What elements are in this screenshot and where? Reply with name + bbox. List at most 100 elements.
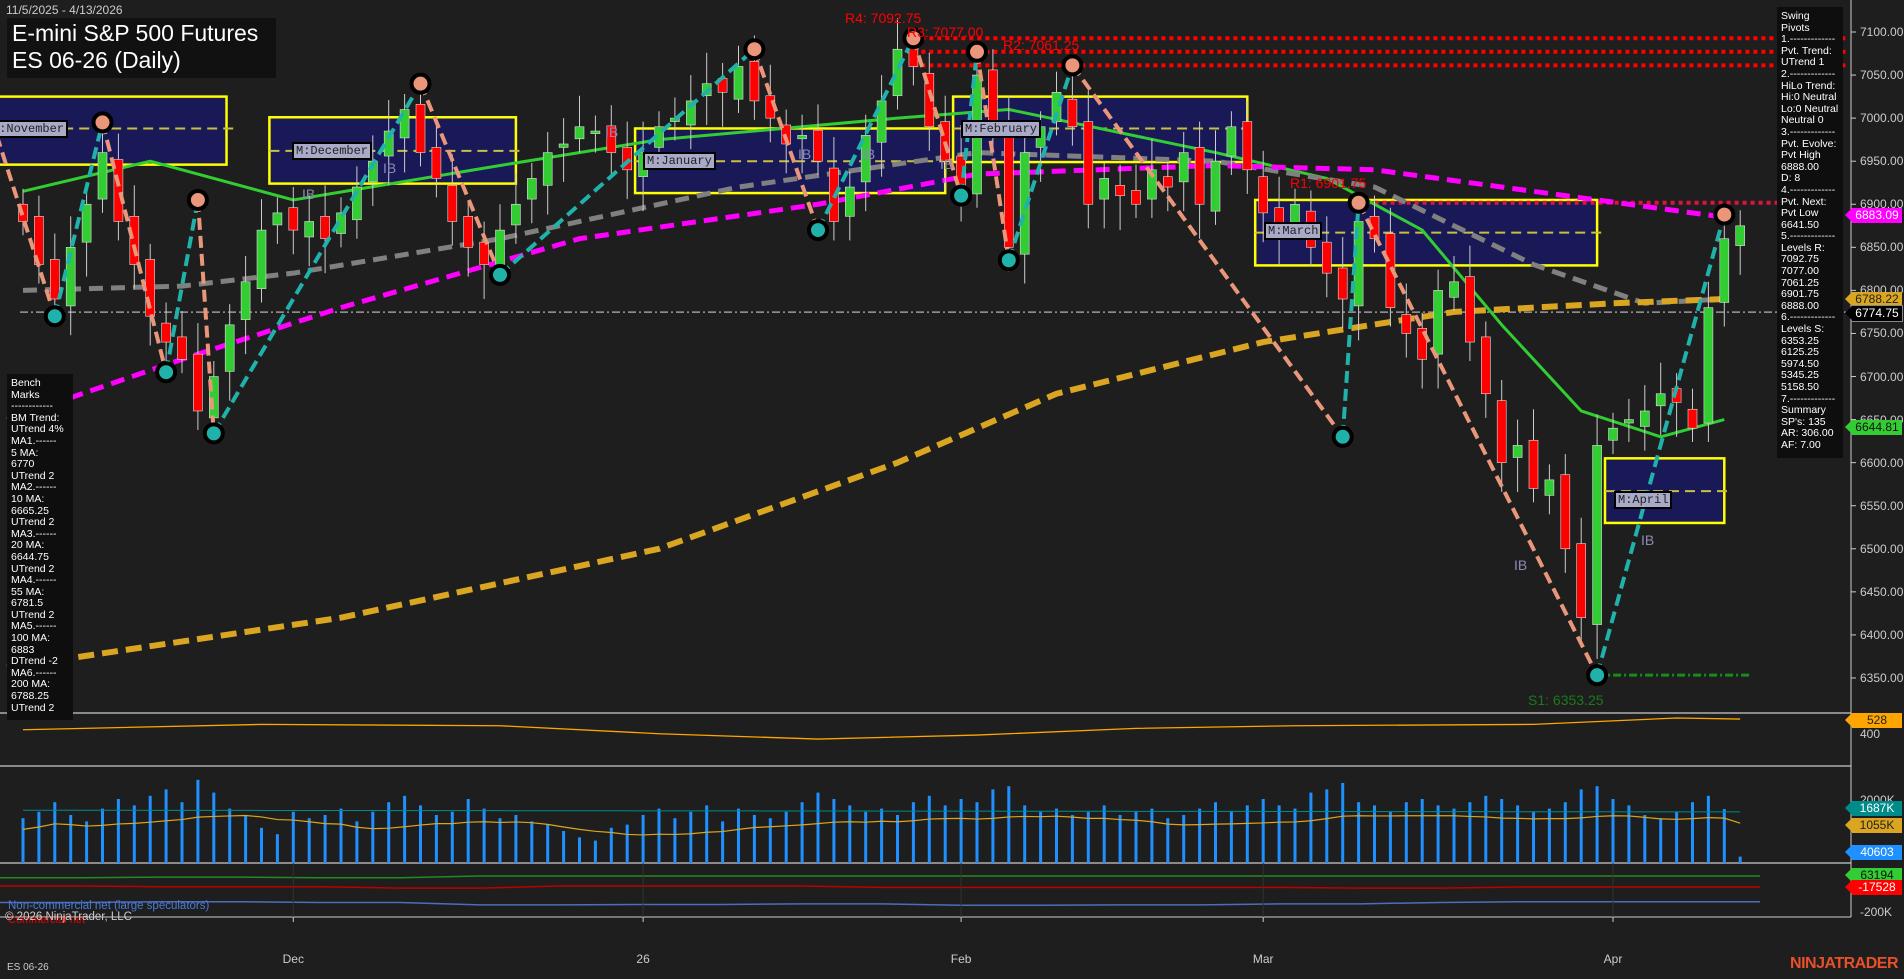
candle-body — [304, 221, 315, 238]
candle — [1401, 283, 1412, 358]
candle-body — [415, 104, 426, 153]
volume-bar — [132, 805, 136, 863]
volume-bar — [196, 779, 200, 863]
benchmark-line: 6770 — [11, 458, 35, 471]
x-tick-label: Feb — [950, 952, 972, 966]
volume-bar — [1547, 808, 1551, 863]
volume-bar — [1532, 811, 1535, 863]
volume-bar — [1691, 802, 1694, 863]
candle-body — [1496, 400, 1507, 463]
price-chart[interactable] — [0, 0, 1904, 979]
candle-body — [733, 66, 744, 100]
month-label-april: M:April — [1614, 491, 1673, 509]
cot-green-line — [0, 875, 1760, 879]
last-price-tag: 6774.75 — [1845, 305, 1903, 322]
volume-bar — [148, 795, 152, 863]
volume-bar — [403, 795, 407, 863]
swing-high-marker — [1347, 191, 1370, 214]
y-tick-label: 6550.00 — [1860, 498, 1904, 513]
month-label-november: M:November — [0, 120, 69, 138]
volume-bar — [737, 808, 740, 863]
volume-bar — [1039, 811, 1043, 863]
volume-bar — [1611, 799, 1615, 863]
candle-body — [1512, 445, 1523, 458]
volume-bar — [816, 792, 820, 863]
volume-bar — [689, 811, 693, 863]
volume-bar — [1484, 795, 1488, 863]
candle — [1640, 385, 1650, 451]
candle — [272, 197, 283, 244]
swing-low-marker — [997, 249, 1020, 272]
date-range: 11/5/2025 - 4/13/2026 — [6, 3, 123, 17]
ma20-price-tag: 6644.81 — [1845, 420, 1902, 435]
y-tick-label: 6350.00 — [1860, 670, 1904, 685]
volume-bar — [434, 815, 438, 863]
volume-bar — [323, 815, 327, 863]
volume-bar — [1198, 808, 1202, 863]
volume-bar — [546, 824, 550, 863]
volume-bar — [387, 802, 391, 863]
y-tick-label: 6450.00 — [1860, 584, 1904, 599]
ib-label: IB — [383, 160, 397, 176]
candle-body — [1481, 336, 1491, 395]
candle-body — [590, 130, 601, 134]
candle-body — [1449, 281, 1459, 298]
candle-body — [288, 207, 299, 231]
candle — [288, 187, 299, 255]
candle-body — [749, 60, 760, 102]
volume-bar — [1659, 818, 1663, 863]
x-tick-label: Dec — [282, 952, 304, 966]
swing-pivot-line: 2.------------- — [1781, 67, 1836, 80]
candle-body — [1401, 314, 1412, 334]
candle-body — [558, 143, 569, 148]
volume-bar — [1643, 815, 1647, 863]
candle — [145, 243, 155, 346]
month-label-january: M:January — [643, 152, 716, 170]
volume-bar — [848, 805, 852, 863]
ib-label: IB — [940, 156, 954, 172]
volume-bar — [1595, 786, 1599, 863]
swing-high-marker — [409, 72, 432, 95]
candle-body — [988, 69, 998, 128]
r2-label: R2: 7061.25 — [1003, 37, 1080, 53]
volume-bar — [880, 808, 884, 863]
candle — [606, 105, 617, 177]
candle-body — [97, 152, 108, 200]
volume-bar — [1722, 809, 1726, 863]
swing-pivot-line: 7077.00 — [1781, 265, 1819, 278]
volume-bar — [562, 831, 566, 863]
candle-body — [1687, 408, 1698, 429]
benchmark-line: 6644.75 — [11, 550, 49, 563]
candle-body — [1131, 190, 1141, 205]
swing-low-marker — [155, 361, 178, 384]
month-label-december: M:December — [292, 142, 373, 160]
swing-leg — [1595, 214, 1727, 676]
y-tick-label: 7100.00 — [1860, 25, 1904, 39]
candle-body — [1083, 121, 1094, 205]
ib-label: IB — [302, 186, 316, 202]
candle-body — [542, 152, 553, 186]
benchmark-line: 10 MA: — [11, 492, 45, 505]
volume-bar — [339, 808, 343, 863]
candle-body — [193, 353, 203, 412]
candle-body — [320, 216, 330, 240]
volume-bar — [1738, 856, 1742, 863]
volume-bar — [1373, 805, 1376, 863]
candle-body — [1322, 241, 1332, 274]
volume-bar — [1579, 789, 1583, 863]
oscillator-line — [22, 717, 1741, 740]
swing-low-marker — [807, 219, 829, 242]
y-tick-label: 6400.00 — [1860, 627, 1904, 642]
candle-body — [177, 336, 187, 360]
candle-body — [1544, 479, 1555, 496]
candle — [1512, 419, 1523, 492]
y-tick-label: 6750.00 — [1860, 326, 1904, 341]
ib-label: IB — [798, 146, 812, 162]
benchmark-line: UTrend 2 — [11, 516, 55, 529]
candle-body — [1210, 160, 1221, 212]
candle — [193, 323, 203, 430]
volume-bar — [1102, 805, 1106, 863]
swing-pivot-line: Swing Pivots — [1781, 10, 1810, 34]
instrument-label: ES 06-26 — [7, 962, 49, 973]
volume-tag: 1687K — [1845, 801, 1902, 816]
